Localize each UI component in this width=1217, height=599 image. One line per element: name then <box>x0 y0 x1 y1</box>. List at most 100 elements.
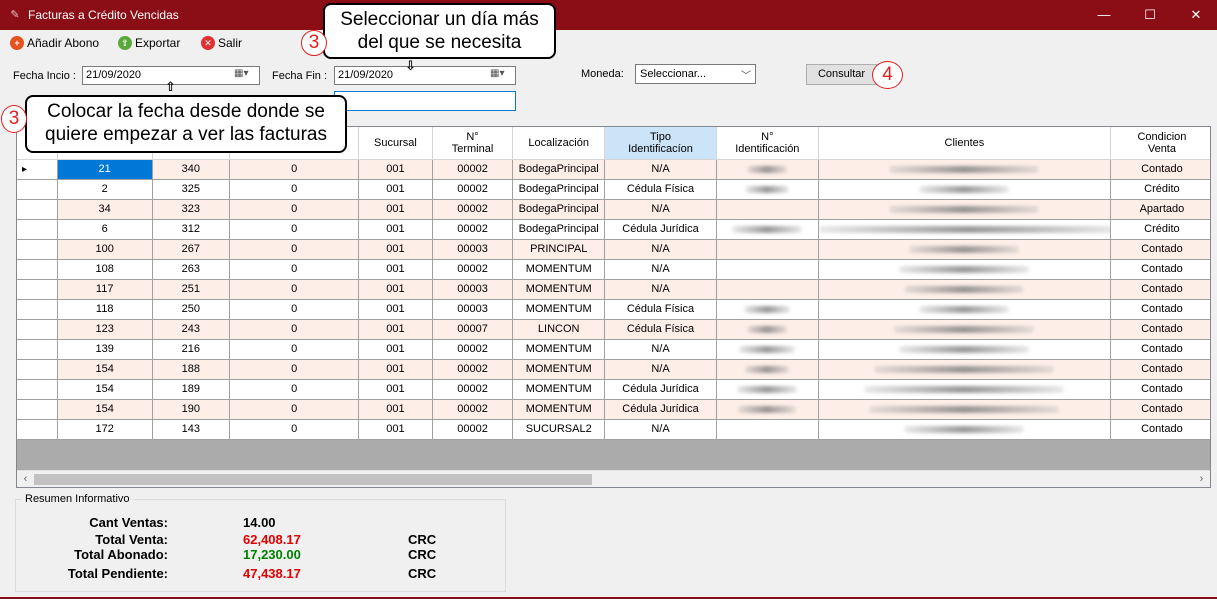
cell-tipo-identificacion[interactable]: Cédula Jurídica <box>604 399 717 420</box>
cell-clientes[interactable] <box>818 179 1112 200</box>
cell-sucursal[interactable]: 001 <box>358 159 433 180</box>
cell-sucursal[interactable]: 001 <box>358 379 433 400</box>
cell-col1[interactable]: 21 <box>57 159 153 180</box>
cell-sucursal[interactable]: 001 <box>358 179 433 200</box>
cell-tipo-identificacion[interactable]: Cédula Física <box>604 179 717 200</box>
cell-sucursal[interactable]: 001 <box>358 419 433 440</box>
cell-col3[interactable]: 0 <box>229 199 360 220</box>
cell-col2[interactable]: 188 <box>152 359 231 380</box>
cell-numero-identificacion[interactable] <box>716 319 819 340</box>
table-row[interactable]: 154 190 0 001 00002 MOMENTUM Cédula Jurídica Co… <box>17 399 1210 420</box>
row-header[interactable] <box>17 279 58 300</box>
cell-col1[interactable]: 108 <box>57 259 153 280</box>
cell-terminal[interactable]: 00002 <box>432 159 514 180</box>
cell-sucursal[interactable]: 001 <box>358 279 433 300</box>
cell-terminal[interactable]: 00003 <box>432 239 514 260</box>
cell-condicion-venta[interactable]: Contado <box>1110 259 1210 280</box>
scroll-left-icon[interactable]: ‹ <box>17 471 34 487</box>
cell-tipo-identificacion[interactable]: N/A <box>604 199 717 220</box>
row-header[interactable] <box>17 179 58 200</box>
cell-col2[interactable]: 325 <box>152 179 231 200</box>
cell-sucursal[interactable]: 001 <box>358 319 433 340</box>
calendar-dropdown-icon[interactable]: ▦▾ <box>490 68 512 83</box>
cell-col3[interactable]: 0 <box>229 359 360 380</box>
cell-terminal[interactable]: 00007 <box>432 319 514 340</box>
cell-col3[interactable]: 0 <box>229 299 360 320</box>
cell-col3[interactable]: 0 <box>229 379 360 400</box>
cell-col2[interactable]: 340 <box>152 159 231 180</box>
cell-tipo-identificacion[interactable]: N/A <box>604 279 717 300</box>
cell-numero-identificacion[interactable] <box>716 219 819 240</box>
cell-col1[interactable]: 117 <box>57 279 153 300</box>
cell-clientes[interactable] <box>818 339 1112 360</box>
cell-clientes[interactable] <box>818 399 1112 420</box>
cell-sucursal[interactable]: 001 <box>358 259 433 280</box>
minimize-button[interactable]: — <box>1081 0 1127 30</box>
cell-localizacion[interactable]: MOMENTUM <box>512 299 606 320</box>
cell-col2[interactable]: 267 <box>152 239 231 260</box>
close-button[interactable]: ✕ <box>1173 0 1217 30</box>
cell-terminal[interactable]: 00002 <box>432 179 514 200</box>
cell-col1[interactable]: 154 <box>57 399 153 420</box>
cell-condicion-venta[interactable]: Apartado <box>1110 199 1210 220</box>
cell-localizacion[interactable]: BodegaPrincipal <box>512 199 606 220</box>
row-header[interactable] <box>17 399 58 420</box>
column-header-terminal[interactable]: N° Terminal <box>432 127 514 160</box>
cell-terminal[interactable]: 00002 <box>432 339 514 360</box>
table-row[interactable]: 154 189 0 001 00002 MOMENTUM Cédula Jurídica Co… <box>17 379 1210 400</box>
cell-tipo-identificacion[interactable]: Cédula Jurídica <box>604 379 717 400</box>
cell-col3[interactable]: 0 <box>229 419 360 440</box>
cell-condicion-venta[interactable]: Contado <box>1110 299 1210 320</box>
column-header-sucursal[interactable]: Sucursal <box>358 127 433 160</box>
cell-condicion-venta[interactable]: Contado <box>1110 399 1210 420</box>
table-row[interactable]: ▸ 21 340 0 001 00002 BodegaPrincipal N/A Contado <box>17 159 1210 180</box>
cell-col3[interactable]: 0 <box>229 319 360 340</box>
cell-col1[interactable]: 34 <box>57 199 153 220</box>
cell-col1[interactable]: 2 <box>57 179 153 200</box>
cell-terminal[interactable]: 00002 <box>432 219 514 240</box>
cell-col3[interactable]: 0 <box>229 279 360 300</box>
cell-sucursal[interactable]: 001 <box>358 299 433 320</box>
currency-select[interactable]: Seleccionar... ﹀ <box>635 64 756 84</box>
cell-terminal[interactable]: 00002 <box>432 419 514 440</box>
cell-condicion-venta[interactable]: Crédito <box>1110 219 1210 240</box>
cell-condicion-venta[interactable]: Contado <box>1110 239 1210 260</box>
cell-numero-identificacion[interactable] <box>716 159 819 180</box>
cell-numero-identificacion[interactable] <box>716 419 819 440</box>
cell-col1[interactable]: 172 <box>57 419 153 440</box>
export-button[interactable]: ⇪ Exportar <box>118 34 180 52</box>
cell-condicion-venta[interactable]: Contado <box>1110 379 1210 400</box>
cell-localizacion[interactable]: BodegaPrincipal <box>512 159 606 180</box>
cell-col2[interactable]: 251 <box>152 279 231 300</box>
cell-clientes[interactable] <box>818 319 1112 340</box>
cell-clientes[interactable] <box>818 359 1112 380</box>
cell-tipo-identificacion[interactable]: Cédula Jurídica <box>604 219 717 240</box>
cell-localizacion[interactable]: MOMENTUM <box>512 259 606 280</box>
cell-col3[interactable]: 0 <box>229 159 360 180</box>
cell-localizacion[interactable]: PRINCIPAL <box>512 239 606 260</box>
row-header[interactable] <box>17 299 58 320</box>
row-header[interactable] <box>17 419 58 440</box>
cell-col2[interactable]: 263 <box>152 259 231 280</box>
cell-terminal[interactable]: 00002 <box>432 399 514 420</box>
cell-condicion-venta[interactable]: Contado <box>1110 419 1210 440</box>
column-header-clientes[interactable]: Clientes <box>818 127 1112 160</box>
row-header[interactable] <box>17 259 58 280</box>
cell-condicion-venta[interactable]: Contado <box>1110 359 1210 380</box>
maximize-button[interactable]: ☐ <box>1127 0 1173 30</box>
cell-col2[interactable]: 143 <box>152 419 231 440</box>
table-row[interactable]: 123 243 0 001 00007 LINCON Cédula Física Contad… <box>17 319 1210 340</box>
cell-col1[interactable]: 6 <box>57 219 153 240</box>
search-input[interactable] <box>334 91 516 111</box>
cell-numero-identificacion[interactable] <box>716 359 819 380</box>
cell-numero-identificacion[interactable] <box>716 379 819 400</box>
cell-col1[interactable]: 100 <box>57 239 153 260</box>
cell-col2[interactable]: 189 <box>152 379 231 400</box>
cell-numero-identificacion[interactable] <box>716 199 819 220</box>
table-row[interactable]: 139 216 0 001 00002 MOMENTUM N/A Contado <box>17 339 1210 360</box>
cell-condicion-venta[interactable]: Contado <box>1110 159 1210 180</box>
table-row[interactable]: 34 323 0 001 00002 BodegaPrincipal N/A Apartado <box>17 199 1210 220</box>
cell-numero-identificacion[interactable] <box>716 399 819 420</box>
cell-clientes[interactable] <box>818 159 1112 180</box>
cell-col1[interactable]: 123 <box>57 319 153 340</box>
